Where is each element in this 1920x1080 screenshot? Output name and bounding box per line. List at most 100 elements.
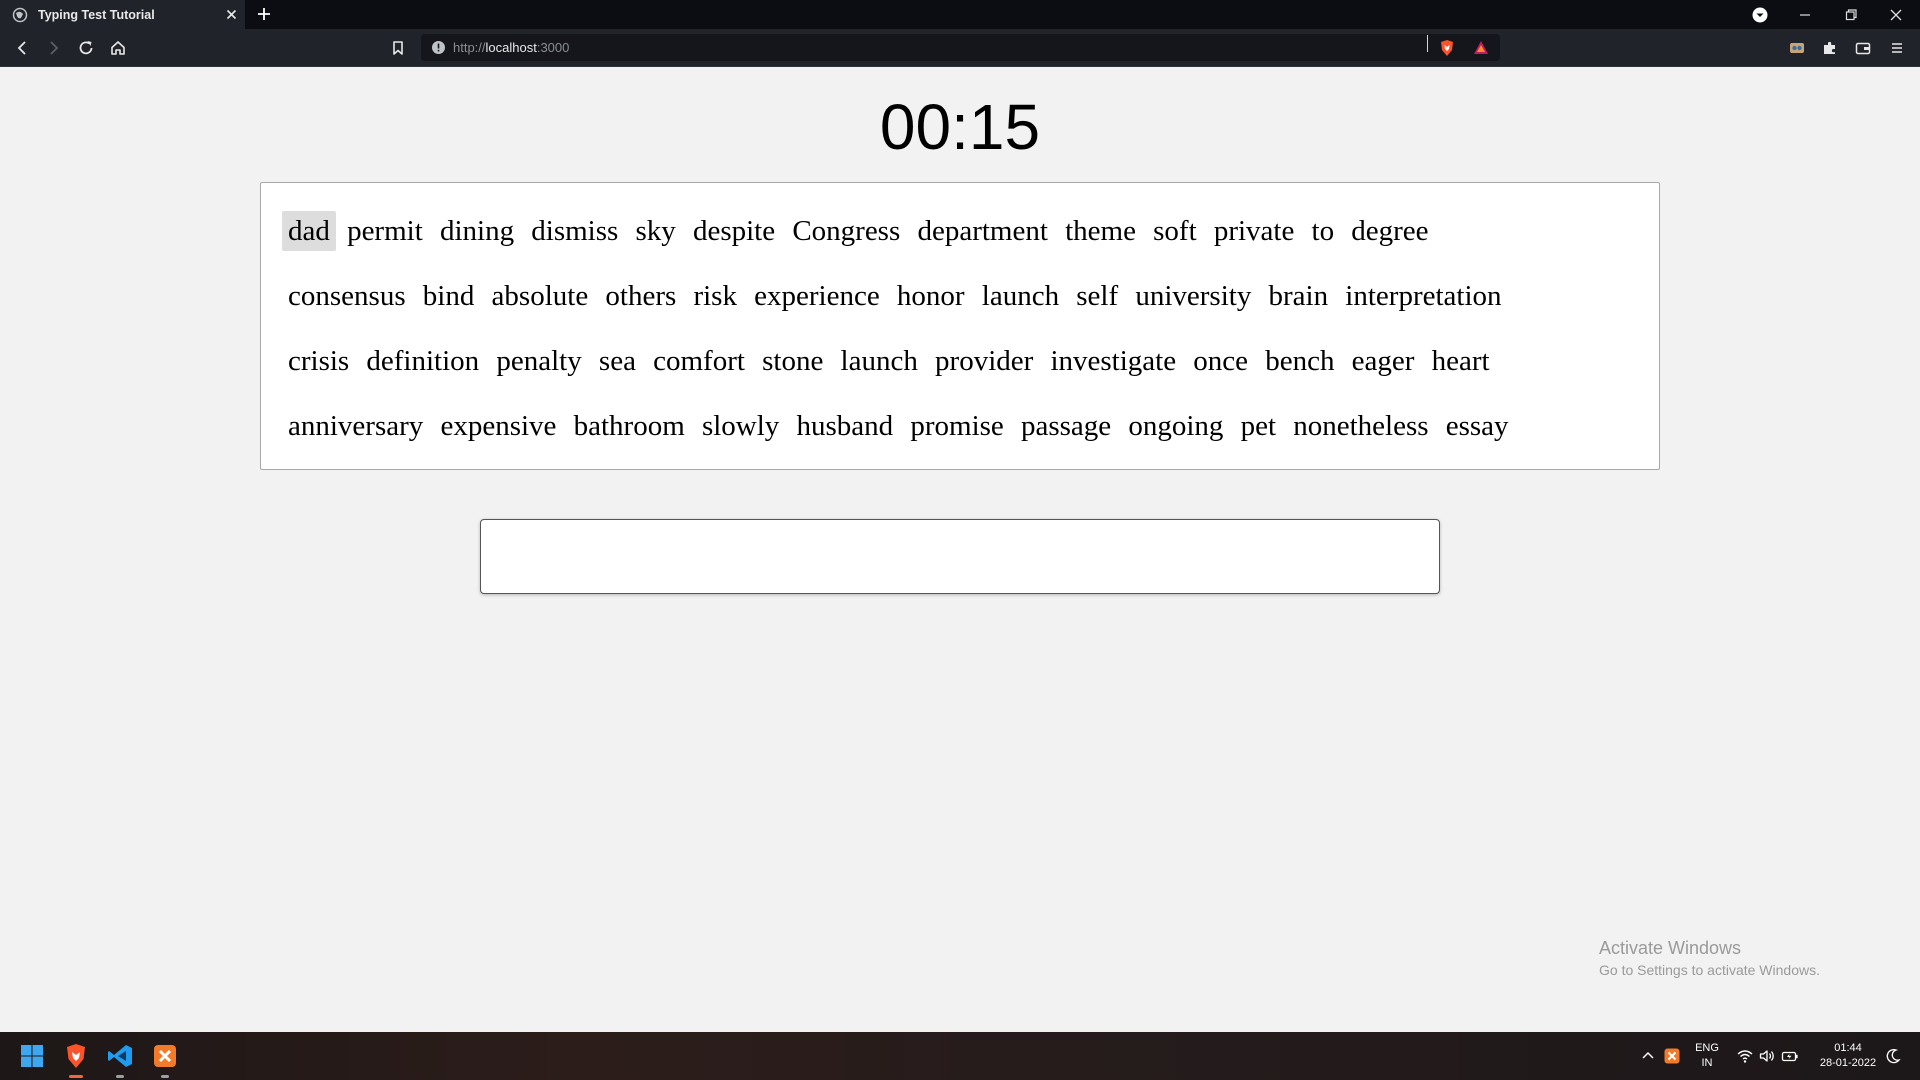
activate-windows-watermark: Activate Windows Go to Settings to activ… — [1599, 938, 1820, 978]
menu-icon[interactable] — [1887, 38, 1907, 58]
bookmark-icon[interactable] — [388, 38, 408, 58]
xampp-icon[interactable] — [150, 1041, 180, 1071]
word: Congress — [792, 215, 901, 247]
word: promise — [910, 410, 1004, 442]
word: soft — [1153, 215, 1197, 247]
home-icon[interactable] — [108, 38, 128, 58]
url-divider — [1427, 35, 1428, 52]
word: absolute — [491, 280, 589, 312]
word: launch — [840, 345, 918, 377]
word: essay — [1445, 410, 1509, 442]
back-icon[interactable] — [12, 38, 32, 58]
language-indicator[interactable]: ENG IN — [1690, 1041, 1724, 1071]
extensions-puzzle-icon[interactable] — [1820, 38, 1840, 58]
word: theme — [1065, 215, 1136, 247]
word-display: dad permit dining dismiss sky despite Congress… — [260, 182, 1660, 470]
word: degree — [1351, 215, 1429, 247]
word: anniversary — [288, 410, 424, 442]
tab-title: Typing Test Tutorial — [38, 7, 155, 22]
word: nonetheless — [1293, 410, 1429, 442]
word: expensive — [440, 410, 557, 442]
word: dismiss — [531, 215, 619, 247]
word: honor — [896, 280, 965, 312]
typing-input[interactable] — [480, 519, 1440, 594]
clock-time: 01:44 — [1834, 1042, 1862, 1054]
word: husband — [796, 410, 894, 442]
watermark-title: Activate Windows — [1599, 938, 1742, 958]
watermark-subtitle: Go to Settings to activate Windows. — [1599, 962, 1820, 978]
language-code: ENG — [1695, 1042, 1719, 1054]
wifi-icon[interactable] — [1736, 1047, 1754, 1065]
clock[interactable]: 01:44 28-01-2022 — [1808, 1041, 1888, 1071]
word: university — [1135, 280, 1252, 312]
new-tab-icon[interactable] — [255, 5, 273, 23]
word: risk — [693, 280, 737, 312]
word: department — [917, 215, 1048, 247]
word: ongoing — [1128, 410, 1224, 442]
address-bar[interactable]: http://localhost:3000 — [421, 34, 1500, 61]
brave-browser-icon[interactable] — [61, 1041, 91, 1071]
focus-assist-moon-icon[interactable] — [1884, 1047, 1902, 1065]
brave-active-indicator — [69, 1075, 83, 1078]
vscode-running-indicator — [116, 1075, 124, 1078]
windows-start-icon[interactable] — [17, 1041, 47, 1071]
countdown-timer: 00:15 — [879, 91, 1041, 163]
word: dining — [439, 215, 515, 247]
language-region: IN — [1701, 1057, 1713, 1069]
xampp-running-indicator — [161, 1075, 169, 1078]
brave-rewards-icon[interactable] — [1471, 38, 1491, 58]
brave-shields-icon[interactable] — [1437, 38, 1457, 58]
word: private — [1213, 215, 1295, 247]
word-line: anniversary expensive bathroom slowly husban… — [282, 406, 1659, 471]
word: provider — [935, 345, 1034, 377]
globe-icon — [12, 7, 28, 23]
word-line: consensus bind absolute others risk experienc… — [282, 276, 1659, 341]
word: eager — [1351, 345, 1415, 377]
word: stone — [762, 345, 824, 377]
tab-strip: Typing Test Tutorial — [0, 0, 1920, 29]
word: slowly — [701, 410, 780, 442]
word: permit — [347, 215, 423, 247]
volume-icon[interactable] — [1758, 1047, 1776, 1065]
word: to — [1311, 215, 1335, 247]
word: launch — [981, 280, 1060, 312]
xampp-tray-icon[interactable] — [1663, 1047, 1681, 1065]
close-tab-icon[interactable] — [224, 7, 239, 22]
word: heart — [1431, 345, 1490, 377]
word: comfort — [653, 345, 745, 377]
word: crisis — [288, 345, 350, 377]
word-line: crisis definition penalty sea comfort stone la… — [282, 341, 1659, 406]
word: brain — [1268, 280, 1329, 312]
word: consensus — [288, 280, 406, 312]
word: passage — [1020, 410, 1112, 442]
reload-icon[interactable] — [76, 38, 96, 58]
current-word: dad — [282, 211, 336, 251]
word: sea — [598, 345, 636, 377]
word: pet — [1240, 410, 1277, 442]
clock-date: 28-01-2022 — [1819, 1057, 1877, 1069]
url-text: http://localhost:3000 — [453, 40, 570, 55]
forward-icon[interactable] — [44, 38, 64, 58]
browser-toolbar: http://localhost:3000 — [0, 29, 1920, 67]
chevron-up-icon[interactable] — [1639, 1047, 1657, 1065]
extension-icon[interactable] — [1787, 38, 1807, 58]
word: penalty — [496, 345, 582, 377]
word: bathroom — [573, 410, 685, 442]
word: once — [1193, 345, 1249, 377]
restore-icon[interactable] — [1841, 5, 1861, 25]
minimize-icon[interactable] — [1795, 5, 1815, 25]
word: experience — [754, 280, 880, 312]
word: sky — [635, 215, 676, 247]
word: self — [1076, 280, 1119, 312]
word: bench — [1265, 345, 1335, 377]
battery-icon[interactable] — [1781, 1047, 1799, 1065]
word: bind — [422, 280, 475, 312]
wallet-icon[interactable] — [1853, 38, 1873, 58]
info-icon[interactable] — [431, 40, 446, 55]
vscode-icon[interactable] — [105, 1041, 135, 1071]
profile-chevron-icon[interactable] — [1750, 5, 1770, 25]
browser-tab[interactable]: Typing Test Tutorial — [0, 0, 245, 29]
word: definition — [366, 345, 480, 377]
word: investigate — [1050, 345, 1177, 377]
close-window-icon[interactable] — [1886, 5, 1906, 25]
